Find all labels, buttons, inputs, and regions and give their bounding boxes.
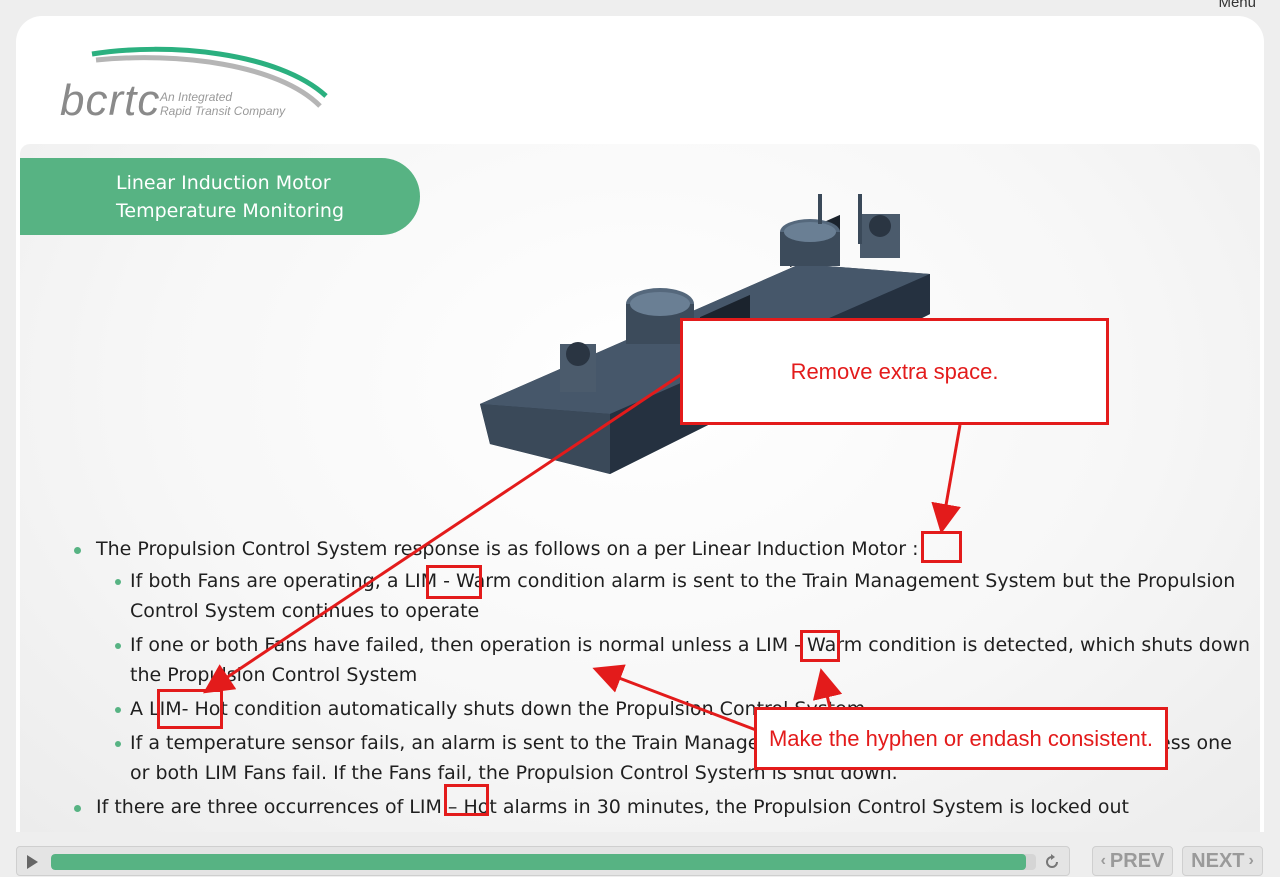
replay-icon[interactable] bbox=[1043, 853, 1061, 871]
highlight-lim-hot-1 bbox=[157, 689, 223, 729]
next-label: NEXT bbox=[1191, 849, 1245, 872]
bullet-text: If there are three occurrences of LIM – … bbox=[96, 796, 1129, 818]
bullet-text: The Propulsion Control System response i… bbox=[96, 538, 919, 560]
player-controls bbox=[16, 846, 1070, 876]
chevron-right-icon: › bbox=[1248, 852, 1254, 869]
list-item: If there are three occurrences of LIM – … bbox=[72, 792, 1252, 822]
logo-tagline: An Integrated Rapid Transit Company bbox=[160, 90, 320, 118]
logo-tagline-line-1: An Integrated bbox=[160, 90, 233, 104]
bullet-list: The Propulsion Control System response i… bbox=[72, 534, 1252, 826]
highlight-lim-warm-2 bbox=[800, 630, 840, 662]
list-item: If one or both Fans have failed, then op… bbox=[115, 630, 1252, 690]
chevron-left-icon: ‹ bbox=[1100, 852, 1106, 869]
annotation-hyphen-consistency: Make the hyphen or endash consistent. bbox=[754, 707, 1168, 770]
list-item: If both Fans are operating, a LIM - Warm… bbox=[115, 566, 1252, 626]
bcrtc-logo: bcrtc An Integrated Rapid Transit Compan… bbox=[60, 46, 328, 126]
menu-link[interactable]: Menu bbox=[1218, 0, 1256, 11]
annotation-remove-space: Remove extra space. bbox=[680, 318, 1109, 425]
progress-bar[interactable] bbox=[51, 854, 1036, 870]
slide-title: Linear Induction Motor Temperature Monit… bbox=[20, 158, 420, 235]
next-button[interactable]: NEXT › bbox=[1182, 846, 1263, 876]
logo-wordmark: bcrtc bbox=[60, 76, 161, 125]
logo-tagline-line-2: Rapid Transit Company bbox=[160, 104, 286, 118]
slide-title-line-2: Temperature Monitoring bbox=[116, 200, 344, 222]
highlight-lim-hot-2 bbox=[444, 784, 489, 816]
highlight-lim-warm-1 bbox=[426, 565, 482, 599]
play-icon[interactable] bbox=[27, 855, 38, 869]
prev-button[interactable]: ‹ PREV bbox=[1092, 846, 1173, 876]
highlight-colon-space bbox=[921, 531, 962, 563]
progress-fill bbox=[51, 854, 1027, 870]
slide-title-line-1: Linear Induction Motor bbox=[116, 172, 331, 194]
prev-label: PREV bbox=[1109, 849, 1165, 872]
